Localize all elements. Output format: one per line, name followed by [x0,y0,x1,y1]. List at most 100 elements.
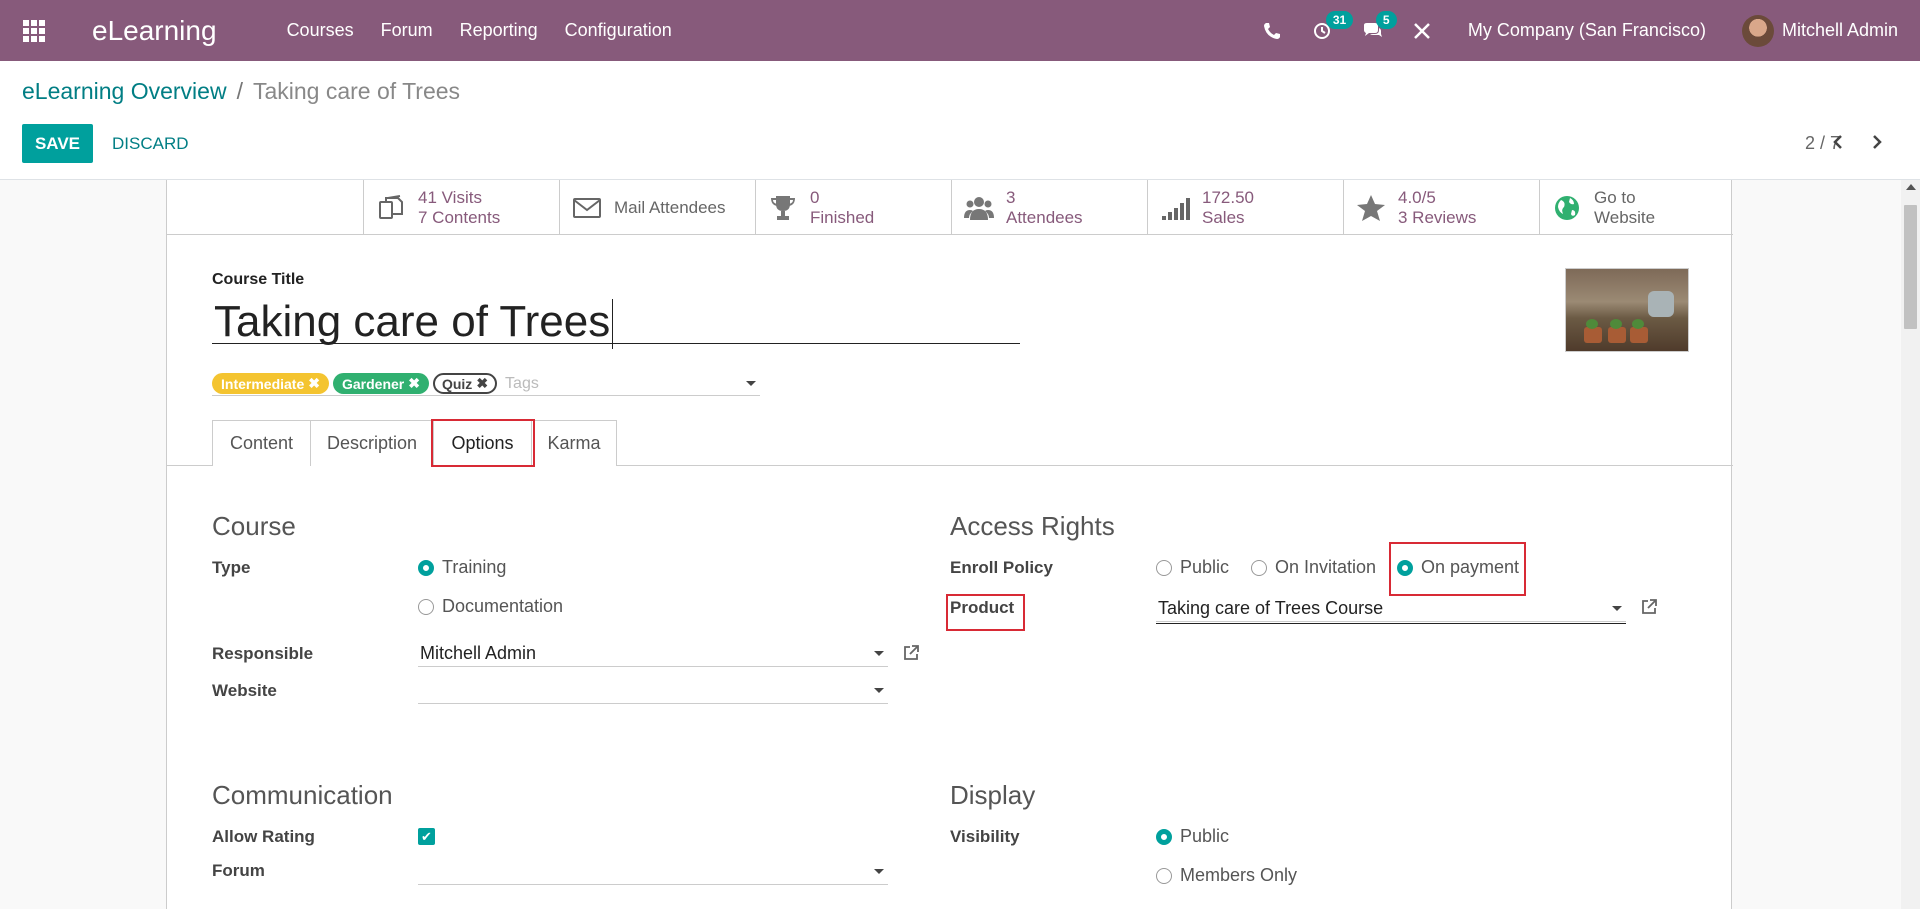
activity-clock-icon[interactable]: 31 [1312,10,1354,41]
tags-field[interactable]: Intermediate ✖ Gardener ✖ Quiz ✖ Tags [212,372,760,396]
tab-karma[interactable]: Karma [531,420,617,466]
tag-gardener[interactable]: Gardener ✖ [332,373,429,394]
phone-icon[interactable] [1262,21,1282,41]
product-select[interactable]: Taking care of Trees Course [1156,594,1626,622]
radio-unchecked [418,598,434,615]
activity-count-badge: 31 [1325,10,1354,29]
apps-menu-icon[interactable] [0,0,68,61]
stat-button-go-to-website[interactable]: Go to Website [1539,180,1735,235]
dropdown-arrow-icon[interactable] [874,688,884,693]
type-documentation-radio[interactable]: Documentation [418,596,563,617]
radio-unchecked [1156,559,1172,576]
stat-button-mail-attendees[interactable]: Mail Attendees [559,180,755,235]
responsible-value: Mitchell Admin [420,643,537,663]
menu-courses[interactable]: Courses [287,20,354,41]
stat-mail-label: Mail Attendees [614,197,726,217]
dropdown-arrow-icon[interactable] [1612,606,1622,611]
allow-rating-label: Allow Rating [212,827,315,846]
enroll-public-label: Public [1180,557,1230,577]
tab-content[interactable]: Content [212,420,311,466]
responsible-label: Responsible [212,644,314,663]
stat-button-finished[interactable]: 0 Finished [755,180,951,235]
tab-description[interactable]: Description [310,420,434,466]
visibility-public-radio[interactable]: Public [1156,826,1229,847]
enroll-public-radio[interactable]: Public [1156,557,1229,578]
notebook-tabs: Content Description Options Karma [167,420,1733,467]
app-brand[interactable]: eLearning [92,15,217,47]
course-image[interactable] [1565,268,1689,352]
company-switcher[interactable]: My Company (San Francisco) [1468,20,1706,41]
visibility-label: Visibility [950,827,1020,846]
globe-icon [1540,194,1594,222]
radio-unchecked [1156,867,1172,884]
pager-previous-icon[interactable] [1828,132,1848,152]
forum-label: Forum [212,861,265,880]
remove-tag-icon[interactable]: ✖ [476,375,488,392]
menu-configuration[interactable]: Configuration [565,20,672,41]
type-training-label: Training [442,557,507,577]
top-navbar: eLearning Courses Forum Reporting Config… [0,0,1920,61]
user-avatar[interactable] [1741,14,1774,47]
save-button[interactable]: SAVE [22,124,93,163]
scrollbar-thumb[interactable] [1904,205,1917,329]
display-section-title: Display [950,780,1036,810]
tags-input[interactable]: Tags [505,375,539,393]
mail-icon [560,194,614,222]
dropdown-arrow-icon[interactable] [874,651,884,656]
dropdown-arrow-icon[interactable] [874,869,884,874]
type-training-radio[interactable]: Training [418,557,506,578]
enroll-invitation-label: On Invitation [1275,557,1377,577]
product-field-underline [1156,623,1626,624]
tag-quiz[interactable]: Quiz ✖ [432,373,498,394]
visibility-members-radio[interactable]: Members Only [1156,865,1297,886]
course-section-title: Course [212,511,296,541]
breadcrumb: eLearning Overview / Taking care of Tree… [22,78,460,105]
star-icon [1344,194,1398,222]
scroll-up-arrow-icon[interactable] [1906,184,1916,190]
page-scrollbar[interactable] [1901,180,1920,909]
stat-button-reviews[interactable]: 4.0/5 3 Reviews [1343,180,1539,235]
breadcrumb-parent[interactable]: eLearning Overview [22,78,227,105]
course-title-value: Taking care of Trees [214,297,611,346]
forum-select[interactable] [418,857,888,885]
stat-reviews-value: 3 Reviews [1398,207,1477,227]
menu-forum[interactable]: Forum [381,20,433,41]
external-link-icon[interactable] [1640,598,1658,616]
smart-buttons: 41 Visits 7 Contents Mail Attendees 0 Fini… [167,180,1733,235]
stat-finished-label: Finished [810,207,875,227]
discard-button[interactable]: DISCARD [112,124,189,163]
contents-icon [364,194,418,222]
tag-intermediate[interactable]: Intermediate ✖ [212,373,329,394]
stat-button-sales[interactable]: 172.50 Sales [1147,180,1343,235]
tags-dropdown-icon[interactable] [746,381,756,386]
radio-checked [1156,828,1172,845]
stat-button-visits[interactable]: 41 Visits 7 Contents [363,180,559,235]
visibility-members-label: Members Only [1180,865,1298,885]
external-link-icon[interactable] [902,644,920,662]
stat-rating-value: 4.0/5 [1398,187,1436,207]
course-title-input[interactable]: Taking care of Trees [212,297,1020,350]
tag-quiz-label: Quiz [441,375,473,392]
website-select[interactable] [418,676,888,704]
allow-rating-checkbox[interactable]: ✔ [418,828,435,845]
menu-reporting[interactable]: Reporting [460,20,538,41]
text-caret [612,299,614,350]
product-value: Taking care of Trees Course [1158,598,1384,618]
course-title-label: Course Title [212,271,305,288]
debug-tools-icon[interactable] [1412,21,1432,41]
stat-go-to-label: Go to [1594,187,1636,207]
remove-tag-icon[interactable]: ✖ [308,375,320,392]
message-count-badge: 5 [1375,10,1397,29]
stat-attendees-value: 3 [1006,187,1016,207]
enroll-invitation-radio[interactable]: On Invitation [1251,557,1376,578]
form-sheet: 41 Visits 7 Contents Mail Attendees 0 Fini… [166,180,1733,909]
access-rights-section-title: Access Rights [950,511,1115,541]
messages-icon[interactable]: 5 [1362,10,1397,41]
responsible-select[interactable]: Mitchell Admin [418,639,888,667]
stat-sales-label: Sales [1202,207,1245,227]
remove-tag-icon[interactable]: ✖ [408,375,420,392]
user-menu[interactable]: Mitchell Admin [1782,20,1898,41]
stat-website-label: Website [1594,207,1656,227]
stat-button-attendees[interactable]: 3 Attendees [951,180,1147,235]
pager-next-icon[interactable] [1867,132,1887,152]
